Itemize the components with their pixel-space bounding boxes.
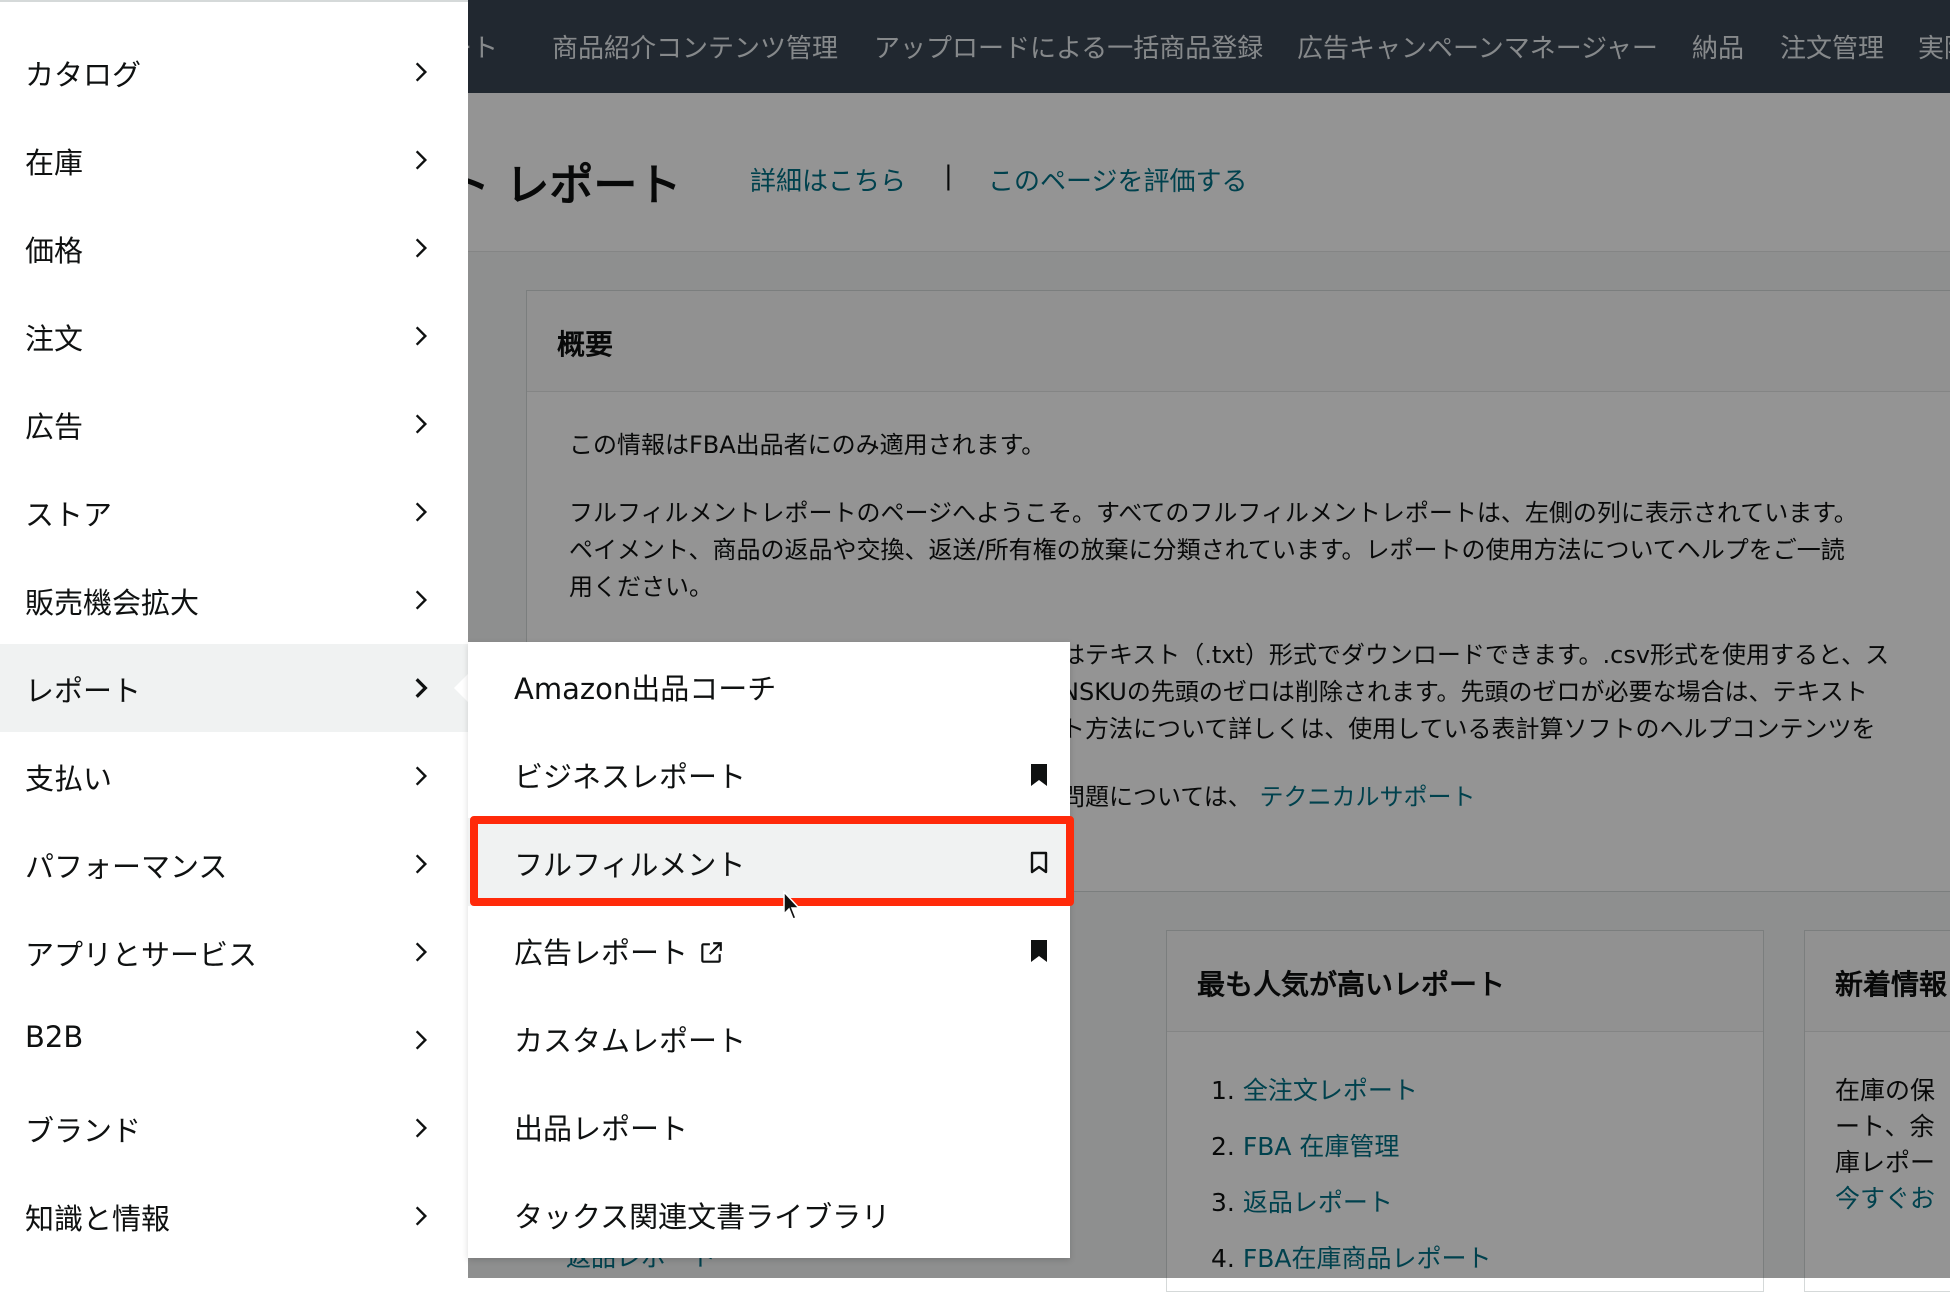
- mouse-cursor-icon: [783, 890, 801, 920]
- chevron-right-icon: [408, 1027, 434, 1053]
- bookmark-outline-icon[interactable]: [1028, 850, 1050, 876]
- submenu-item-seller-coach[interactable]: Amazon出品コーチ: [468, 642, 1070, 730]
- submenu-item-label: フルフィルメント: [514, 848, 746, 882]
- chevron-right-icon: [408, 147, 434, 173]
- chevron-right-icon: [408, 1203, 434, 1229]
- sidebar-item-label: レポート: [25, 674, 142, 708]
- sidebar-item-label: 注文: [25, 322, 84, 356]
- sidebar-item-label: ストア: [25, 498, 113, 532]
- sidebar-item-performance[interactable]: パフォーマンス: [0, 820, 468, 908]
- sidebar-item-learn[interactable]: 知識と情報: [0, 1172, 468, 1260]
- side-menu: カタログ 在庫 価格 注文 広告 ストア 販売機会拡大 レポート 支払い パフォ…: [0, 0, 468, 1280]
- submenu-item-label: 出品レポート: [514, 1112, 689, 1146]
- submenu-item-custom-reports[interactable]: カスタムレポート: [468, 994, 1070, 1082]
- sidebar-item-reports[interactable]: レポート: [0, 644, 468, 732]
- chevron-right-icon: [408, 939, 434, 965]
- sidebar-item-label: カタログ: [25, 58, 142, 92]
- sidebar-item-stores[interactable]: ストア: [0, 468, 468, 556]
- sidebar-item-payments[interactable]: 支払い: [0, 732, 468, 820]
- submenu-item-business-reports[interactable]: ビジネスレポート: [468, 730, 1070, 818]
- submenu-item-tax-library[interactable]: タックス関連文書ライブラリ: [468, 1170, 1070, 1258]
- chevron-right-icon: [408, 1115, 434, 1141]
- chevron-right-icon: [408, 675, 434, 701]
- chevron-right-icon: [408, 499, 434, 525]
- chevron-right-icon: [408, 59, 434, 85]
- chevron-right-icon: [408, 323, 434, 349]
- submenu-item-label: ビジネスレポート: [514, 760, 747, 794]
- sidebar-item-catalog[interactable]: カタログ: [0, 28, 468, 116]
- sidebar-item-label: アプリとサービス: [25, 938, 258, 972]
- bookmark-filled-icon[interactable]: [1028, 938, 1050, 964]
- chevron-right-icon: [408, 235, 434, 261]
- bookmark-filled-icon[interactable]: [1028, 762, 1050, 788]
- sidebar-item-label: 知識と情報: [25, 1202, 171, 1236]
- submenu-item-fulfillment[interactable]: フルフィルメント: [468, 818, 1070, 906]
- submenu-item-advertising-reports[interactable]: 広告レポート: [468, 906, 1070, 994]
- submenu-item-label: タックス関連文書ライブラリ: [514, 1200, 891, 1234]
- sidebar-item-label: ブランド: [25, 1114, 142, 1148]
- sidebar-item-inventory[interactable]: 在庫: [0, 116, 468, 204]
- chevron-right-icon: [408, 851, 434, 877]
- chevron-right-icon: [408, 763, 434, 789]
- sidebar-item-label: パフォーマンス: [25, 850, 228, 884]
- sidebar-item-apps-services[interactable]: アプリとサービス: [0, 908, 468, 996]
- sidebar-item-label: 価格: [25, 234, 84, 268]
- chevron-right-icon: [408, 587, 434, 613]
- sidebar-item-label: 在庫: [25, 146, 84, 180]
- submenu-item-label: Amazon出品コーチ: [514, 672, 777, 706]
- external-link-icon: [698, 940, 724, 966]
- sidebar-item-advertising[interactable]: 広告: [0, 380, 468, 468]
- sidebar-item-label: B2B: [25, 1020, 84, 1054]
- reports-submenu: Amazon出品コーチ ビジネスレポート フルフィルメント 広告レポート カスタ…: [468, 642, 1070, 1258]
- submenu-item-label: カスタムレポート: [514, 1024, 747, 1058]
- chevron-right-icon: [408, 411, 434, 437]
- sidebar-item-label: 支払い: [25, 762, 113, 796]
- sidebar-item-label: 販売機会拡大: [25, 586, 200, 620]
- submenu-item-label: 広告レポート: [514, 936, 689, 970]
- sidebar-item-orders[interactable]: 注文: [0, 292, 468, 380]
- sidebar-item-pricing[interactable]: 価格: [0, 204, 468, 292]
- sidebar-item-growth[interactable]: 販売機会拡大: [0, 556, 468, 644]
- submenu-item-inventory-reports[interactable]: 出品レポート: [468, 1082, 1070, 1170]
- sidebar-item-brands[interactable]: ブランド: [0, 1084, 468, 1172]
- submenu-item-label-wrap: 広告レポート: [514, 930, 724, 972]
- sidebar-item-label: 広告: [25, 410, 84, 444]
- sidebar-item-b2b[interactable]: B2B: [0, 996, 468, 1084]
